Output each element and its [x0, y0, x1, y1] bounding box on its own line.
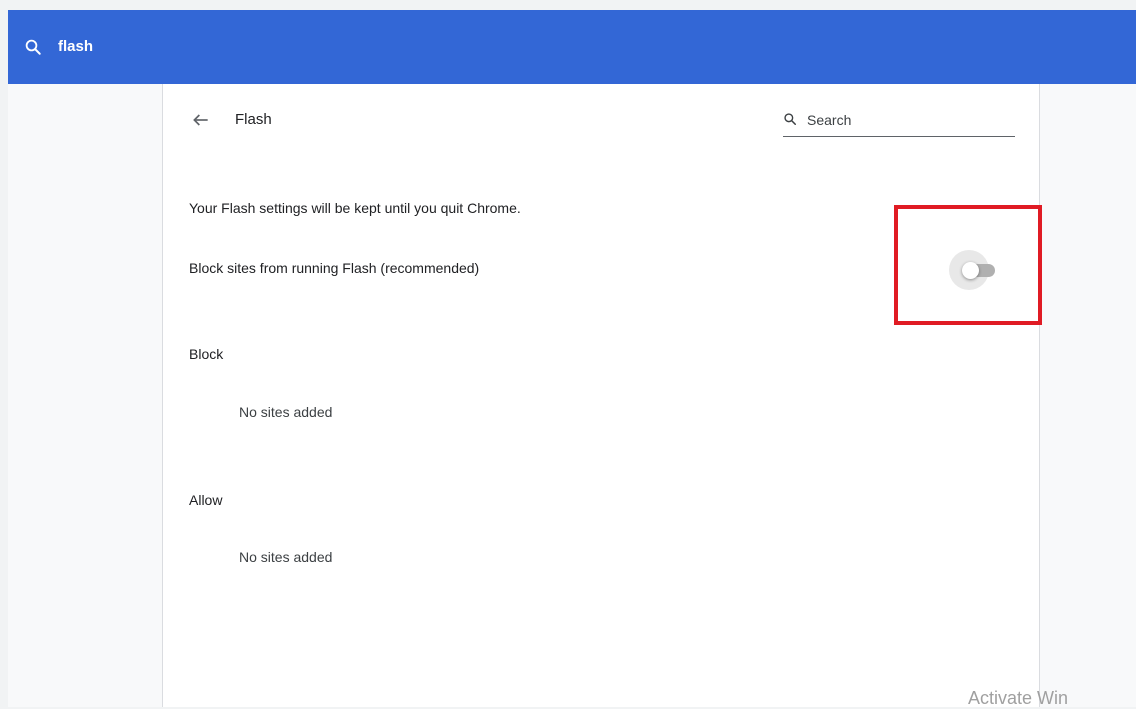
settings-search[interactable] — [783, 106, 1015, 137]
search-toolbar: flash — [8, 10, 1136, 84]
page-title: Flash — [235, 111, 272, 128]
activation-watermark: Activate Win — [968, 688, 1069, 708]
arrow-back-icon[interactable] — [191, 110, 211, 130]
block-heading: Block — [189, 346, 224, 362]
search-input[interactable] — [807, 109, 1007, 131]
block-flash-label: Block sites from running Flash (recommen… — [189, 260, 480, 276]
toggle-knob — [962, 262, 979, 279]
block-flash-toggle[interactable] — [949, 250, 1005, 290]
allow-heading: Allow — [189, 492, 223, 508]
search-icon — [784, 113, 797, 126]
search-icon[interactable] — [24, 38, 42, 56]
flash-settings-card: Flash Your Flash settings will be kept u… — [162, 84, 1040, 707]
allow-empty-text: No sites added — [239, 549, 333, 565]
flash-info-text: Your Flash settings will be kept until y… — [189, 200, 521, 216]
toolbar-search-query[interactable]: flash — [58, 38, 93, 56]
block-empty-text: No sites added — [239, 404, 333, 420]
